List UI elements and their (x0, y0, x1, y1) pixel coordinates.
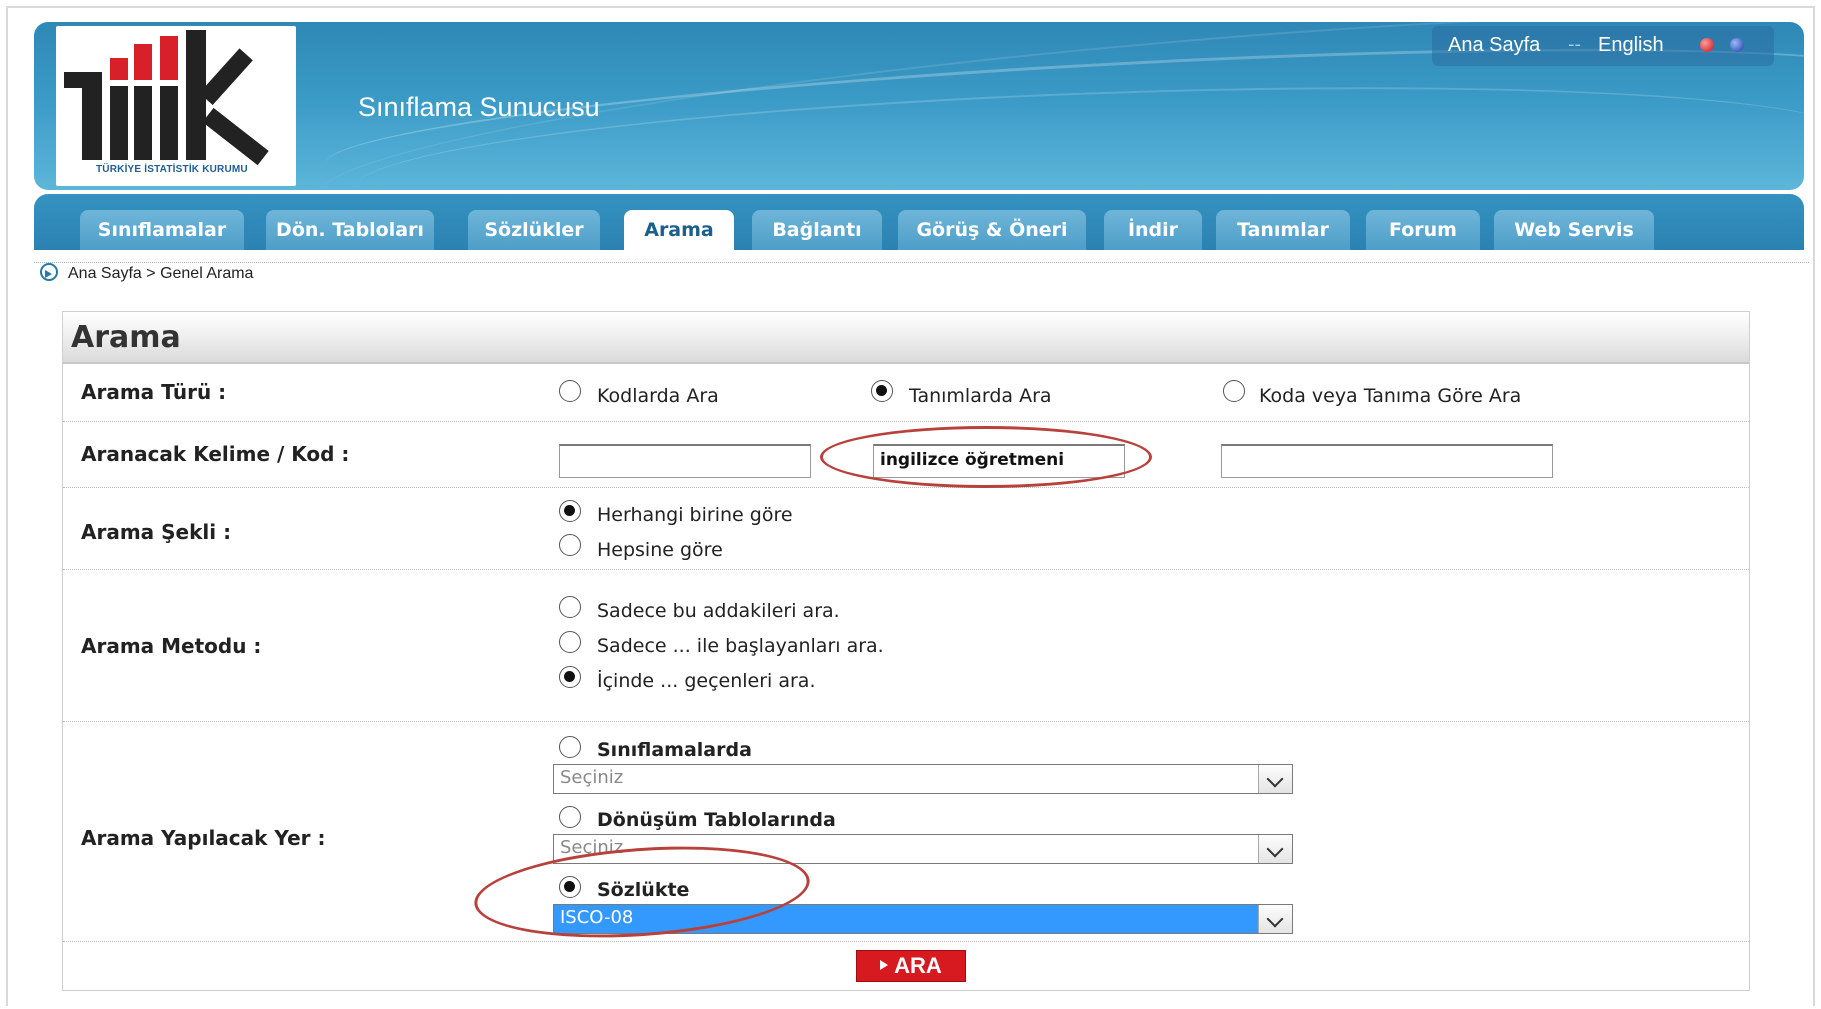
breadcrumb-text[interactable]: Ana Sayfa > Genel Arama (68, 265, 253, 282)
chevron-down-icon[interactable] (1258, 905, 1292, 933)
radio-classifications[interactable] (559, 736, 581, 758)
app-title: Sınıflama Sunucusu (358, 92, 600, 122)
chevron-down-icon[interactable] (1258, 835, 1292, 863)
tuik-logo[interactable] (56, 26, 296, 186)
arrow-circle-icon (40, 263, 58, 281)
search-panel: Arama Arama Türü : Kodlarda Ara Tanımlar… (62, 311, 1750, 991)
option-starts-with: Sadece ... ile başlayanları ara. (597, 635, 884, 657)
row-search-mode: Arama Şekli : Herhangi birine göre Hepsi… (63, 488, 1749, 570)
tab-donusum-tablolari[interactable]: Dön. Tabloları (266, 210, 434, 250)
tab-web-servis[interactable]: Web Servis (1494, 210, 1654, 250)
row-search-method: Arama Metodu : Sadece bu addakileri ara.… (63, 570, 1749, 722)
radio-definitions[interactable] (871, 380, 893, 402)
tab-siniflamalar[interactable]: Sınıflamalar (80, 210, 244, 250)
search-submit-label: ARA (894, 953, 942, 978)
radio-starts-with[interactable] (559, 631, 581, 653)
row-search-type: Arama Türü : Kodlarda Ara Tanımlarda Ara… (63, 364, 1749, 422)
tab-tanimlar[interactable]: Tanımlar (1216, 210, 1350, 250)
option-codes: Kodlarda Ara (597, 385, 719, 407)
search-type-label: Arama Türü : (81, 380, 227, 404)
search-method-label: Arama Metodu : (81, 634, 262, 658)
tab-baglanti[interactable]: Bağlantı (752, 210, 882, 250)
option-any: Herhangi birine göre (597, 504, 793, 526)
home-link[interactable]: Ana Sayfa (1448, 34, 1540, 57)
option-definitions: Tanımlarda Ara (909, 385, 1052, 407)
english-link[interactable]: English (1598, 34, 1664, 57)
search-location-label: Arama Yapılacak Yer : (81, 826, 326, 850)
english-flag-icon[interactable] (1730, 38, 1744, 52)
panel-header: Arama (63, 312, 1749, 364)
option-classifications: Sınıflamalarda (597, 739, 752, 761)
option-contains: İçinde ... geçenleri ara. (597, 670, 816, 692)
annotation-ellipse-keyword (820, 426, 1152, 488)
tab-arama[interactable]: Arama (624, 210, 734, 250)
option-conversion-tables: Dönüşüm Tablolarında (597, 809, 836, 831)
panel-title: Arama (71, 320, 181, 355)
radio-codes[interactable] (559, 380, 581, 402)
row-search-location: Arama Yapılacak Yer : Sınıflamalarda Seç… (63, 722, 1749, 942)
keyword-label: Aranacak Kelime / Kod : (81, 442, 350, 466)
breadcrumb: Ana Sayfa > Genel Arama (40, 263, 253, 283)
top-links: Ana Sayfa -- English (1432, 26, 1774, 66)
option-code-or-definition: Koda veya Tanıma Göre Ara (1259, 385, 1522, 407)
main-nav: Sınıflamalar Dön. Tabloları Sözlükler Ar… (34, 194, 1804, 250)
link-separator: -- (1568, 34, 1581, 55)
classifications-select[interactable]: Seçiniz (553, 764, 1293, 794)
option-all: Hepsine göre (597, 539, 723, 561)
tab-sozlukler[interactable]: Sözlükler (468, 210, 600, 250)
tab-indir[interactable]: İndir (1104, 210, 1202, 250)
search-mode-label: Arama Şekli : (81, 520, 232, 544)
radio-contains[interactable] (559, 666, 581, 688)
tab-forum[interactable]: Forum (1366, 210, 1480, 250)
radio-code-or-definition[interactable] (1223, 380, 1245, 402)
radio-all[interactable] (559, 534, 581, 556)
turkish-flag-icon[interactable] (1700, 38, 1714, 52)
radio-any[interactable] (559, 500, 581, 522)
radio-conversion-tables[interactable] (559, 806, 581, 828)
logo-caption: TÜRKİYE İSTATİSTİK KURUMU (96, 164, 248, 175)
chevron-down-icon[interactable] (1258, 765, 1292, 793)
search-submit-button[interactable]: ARA (856, 950, 966, 982)
tab-gorus-oneri[interactable]: Görüş & Öneri (898, 210, 1086, 250)
classifications-select-value: Seçiniz (560, 767, 624, 788)
keyword-input-code-or-definition[interactable] (1221, 444, 1553, 478)
radio-exact[interactable] (559, 596, 581, 618)
keyword-input-codes[interactable] (559, 444, 811, 478)
option-exact: Sadece bu addakileri ara. (597, 600, 840, 622)
play-icon (880, 960, 889, 970)
